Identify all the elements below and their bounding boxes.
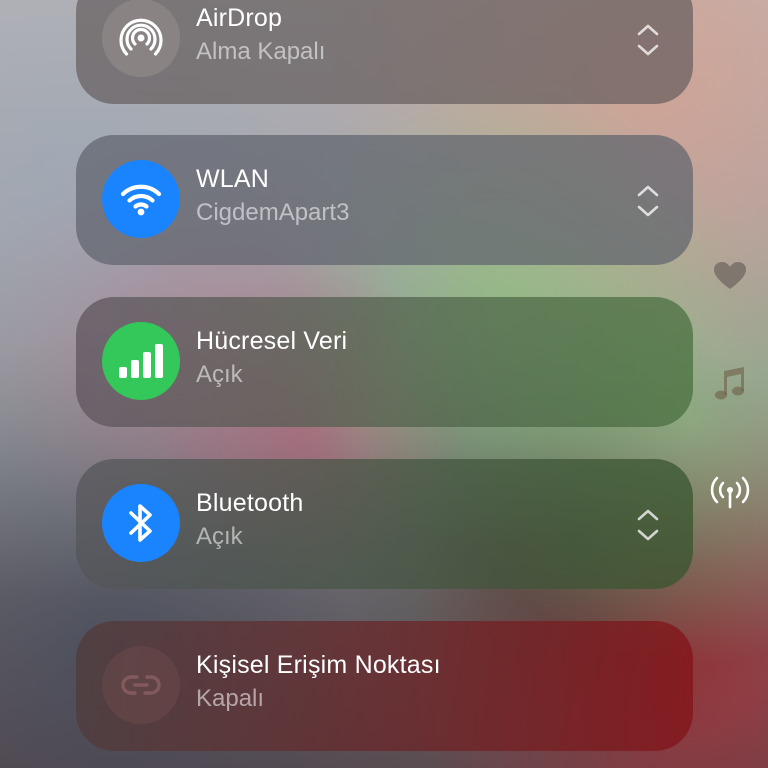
- bluetooth-tile[interactable]: Bluetooth Açık: [76, 459, 693, 589]
- bluetooth-status: Açık: [196, 523, 243, 550]
- airdrop-title: AirDrop: [196, 4, 283, 32]
- personal-hotspot-status: Kapalı: [196, 685, 265, 712]
- bluetooth-title: Bluetooth: [196, 489, 304, 517]
- cellular-data-title: Hücresel Veri: [196, 327, 348, 355]
- airdrop-status: Alma Kapalı: [196, 38, 326, 65]
- chevron-up-down-icon[interactable]: [635, 507, 661, 543]
- airdrop-icon: [119, 18, 163, 56]
- personal-hotspot-toggle[interactable]: [102, 646, 180, 724]
- wlan-toggle[interactable]: [102, 160, 180, 238]
- airdrop-tile[interactable]: AirDrop Alma Kapalı: [76, 0, 693, 104]
- personal-hotspot-tile[interactable]: Kişisel Erişim Noktası Kapalı: [76, 621, 693, 751]
- cellular-data-status: Açık: [196, 361, 243, 388]
- cellular-data-toggle[interactable]: [102, 322, 180, 400]
- cellular-data-tile[interactable]: Hücresel Veri Açık: [76, 297, 693, 427]
- music-note-icon: [715, 367, 744, 400]
- wlan-title: WLAN: [196, 165, 270, 193]
- wlan-tile[interactable]: WLAN CigdemApart3: [76, 135, 693, 265]
- favorites-page-indicator[interactable]: [710, 256, 750, 296]
- chevron-up-down-icon[interactable]: [635, 22, 661, 58]
- bluetooth-toggle[interactable]: [102, 484, 180, 562]
- heart-icon: [714, 262, 746, 289]
- airdrop-toggle[interactable]: [102, 0, 180, 77]
- connectivity-page-indicator[interactable]: [710, 472, 750, 512]
- wlan-network-name: CigdemApart3: [196, 199, 350, 226]
- wireless-antenna-icon: [710, 476, 750, 509]
- personal-hotspot-icon: [121, 675, 161, 695]
- personal-hotspot-title: Kişisel Erişim Noktası: [196, 651, 441, 679]
- wifi-icon: [120, 184, 162, 216]
- bluetooth-icon: [129, 504, 152, 542]
- cellular-signal-icon: [119, 344, 163, 378]
- chevron-up-down-icon[interactable]: [635, 183, 661, 219]
- music-page-indicator[interactable]: [710, 364, 750, 404]
